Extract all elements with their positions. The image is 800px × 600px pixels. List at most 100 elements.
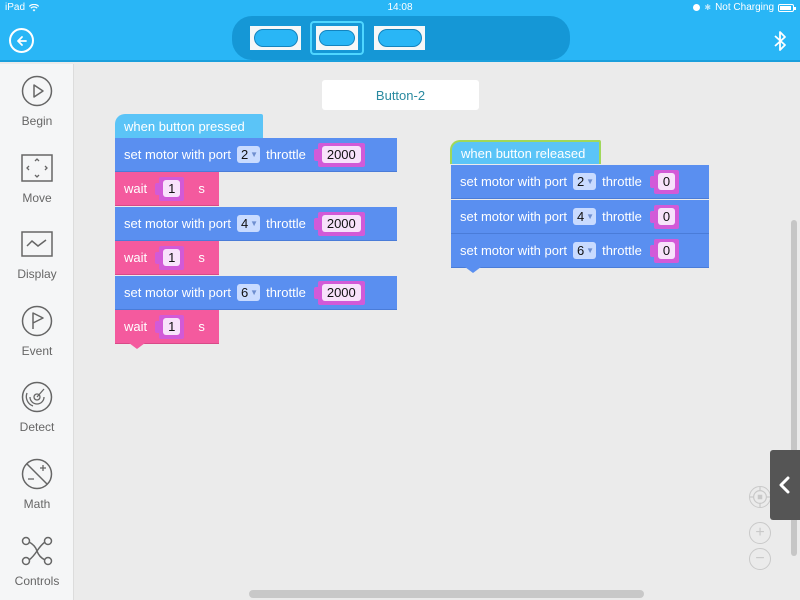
port-dropdown[interactable]: 2 ▼	[572, 173, 597, 190]
port-value: 6	[576, 243, 585, 258]
button-shape-icon	[377, 29, 422, 47]
block-category-sidebar: Begin Move Display Event Detect Math Con…	[0, 64, 74, 600]
flag-circle-icon	[21, 305, 53, 337]
sidebar-item-math[interactable]: Math	[0, 457, 74, 527]
radar-icon	[21, 381, 53, 413]
block-label: set motor with port	[124, 216, 231, 231]
math-plus-minus-icon	[21, 458, 53, 490]
dropdown-triangle-icon: ▼	[586, 177, 595, 186]
port-value: 6	[240, 285, 249, 300]
button-shape-icon	[319, 30, 355, 46]
value-input[interactable]: 2000	[321, 284, 361, 301]
value-input[interactable]: 1	[163, 318, 181, 335]
block-label: set motor with port	[124, 285, 231, 300]
button-name-title[interactable]: Button-2	[322, 80, 479, 110]
drawer-toggle-button[interactable]	[770, 450, 800, 520]
tray-button-2-selected[interactable]	[310, 21, 364, 55]
back-button[interactable]	[9, 28, 34, 53]
hat-label: when button released	[461, 145, 586, 161]
block-label: set motor with port	[460, 243, 567, 258]
tray-button-1[interactable]	[250, 26, 301, 50]
controls-nodes-icon	[21, 536, 53, 566]
value-input[interactable]: 1	[163, 180, 181, 197]
top-bar: iPad 14:08 ✱ Not Charging	[0, 0, 800, 62]
unit-label: s	[198, 319, 205, 334]
sidebar-item-display[interactable]: Display	[0, 227, 74, 297]
horizontal-scrollbar[interactable]	[249, 590, 644, 598]
unit-label: s	[198, 250, 205, 265]
value-slot[interactable]: 0	[649, 204, 680, 229]
block-label: set motor with port	[124, 147, 231, 162]
block-label: throttle	[602, 243, 642, 258]
sidebar-item-move[interactable]: Move	[0, 151, 74, 221]
value-input[interactable]: 0	[657, 208, 676, 225]
port-dropdown[interactable]: 2 ▼	[236, 146, 261, 163]
block-label: throttle	[602, 209, 642, 224]
minus-icon: −	[755, 550, 765, 567]
event-hat-block[interactable]: when button released	[450, 140, 601, 164]
motor-block[interactable]: set motor with port 6 ▼ throttle 2000	[115, 276, 397, 310]
value-input[interactable]: 0	[657, 173, 676, 190]
motor-block[interactable]: set motor with port 4 ▼ throttle 0	[451, 200, 709, 234]
zoom-in-button[interactable]: +	[749, 522, 771, 544]
move-arrows-icon	[21, 154, 53, 182]
port-dropdown[interactable]: 4 ▼	[236, 215, 261, 232]
motor-block[interactable]: set motor with port 2 ▼ throttle 2000	[115, 138, 397, 172]
value-slot[interactable]: 2000	[313, 211, 365, 236]
motor-block[interactable]: set motor with port 6 ▼ throttle 0	[451, 234, 709, 273]
value-slot[interactable]: 2000	[313, 280, 365, 305]
wait-block[interactable]: wait 1 s	[115, 310, 219, 349]
port-value: 2	[240, 147, 249, 162]
zoom-out-button[interactable]: −	[749, 548, 771, 570]
sidebar-item-controls[interactable]: Controls	[0, 534, 74, 600]
value-input[interactable]: 1	[163, 249, 181, 266]
port-dropdown[interactable]: 6 ▼	[572, 242, 597, 259]
button-tray	[232, 16, 570, 60]
bluetooth-status-icon: ✱	[704, 3, 712, 12]
port-value: 2	[576, 174, 585, 189]
dropdown-triangle-icon: ▼	[250, 150, 259, 159]
value-slot[interactable]: 0	[649, 169, 680, 194]
bluetooth-icon[interactable]	[773, 29, 787, 53]
sidebar-label: Move	[22, 191, 52, 205]
sidebar-item-begin[interactable]: Begin	[0, 74, 74, 144]
block-label: throttle	[266, 216, 306, 231]
sidebar-item-event[interactable]: Event	[0, 304, 74, 374]
block-label: throttle	[266, 285, 306, 300]
wait-block[interactable]: wait 1 s	[115, 172, 219, 206]
alarm-icon	[693, 4, 701, 11]
dropdown-triangle-icon: ▼	[586, 212, 595, 221]
port-dropdown[interactable]: 4 ▼	[572, 208, 597, 225]
value-input[interactable]: 0	[657, 242, 676, 259]
sidebar-item-detect[interactable]: Detect	[0, 380, 74, 450]
motor-block[interactable]: set motor with port 2 ▼ throttle 0	[451, 165, 709, 199]
motor-block[interactable]: set motor with port 4 ▼ throttle 2000	[115, 207, 397, 241]
dropdown-triangle-icon: ▼	[586, 246, 595, 255]
value-slot[interactable]: 1	[155, 314, 185, 339]
wait-block[interactable]: wait 1 s	[115, 241, 219, 275]
sidebar-label: Event	[21, 344, 53, 358]
block-label: throttle	[266, 147, 306, 162]
battery-icon	[778, 3, 796, 12]
clock: 14:08	[387, 2, 413, 13]
recenter-button[interactable]	[749, 486, 771, 508]
dropdown-triangle-icon: ▼	[250, 219, 259, 228]
sidebar-label: Math	[23, 497, 51, 511]
block-label: set motor with port	[460, 209, 567, 224]
event-hat-block[interactable]: when button pressed	[115, 114, 263, 138]
value-slot[interactable]: 1	[155, 176, 185, 201]
block-label: wait	[124, 319, 148, 334]
sidebar-label: Display	[17, 267, 57, 281]
dropdown-triangle-icon: ▼	[250, 288, 259, 297]
tray-button-3[interactable]	[374, 26, 425, 50]
port-dropdown[interactable]: 6 ▼	[236, 284, 261, 301]
value-slot[interactable]: 0	[649, 238, 680, 263]
value-input[interactable]: 2000	[321, 146, 361, 163]
value-slot[interactable]: 1	[155, 245, 185, 270]
sidebar-label: Controls	[14, 574, 60, 588]
block-label: throttle	[602, 174, 642, 189]
back-arrow-icon	[16, 35, 27, 46]
hat-label: when button pressed	[124, 118, 245, 134]
value-input[interactable]: 2000	[321, 215, 361, 232]
value-slot[interactable]: 2000	[313, 142, 365, 167]
